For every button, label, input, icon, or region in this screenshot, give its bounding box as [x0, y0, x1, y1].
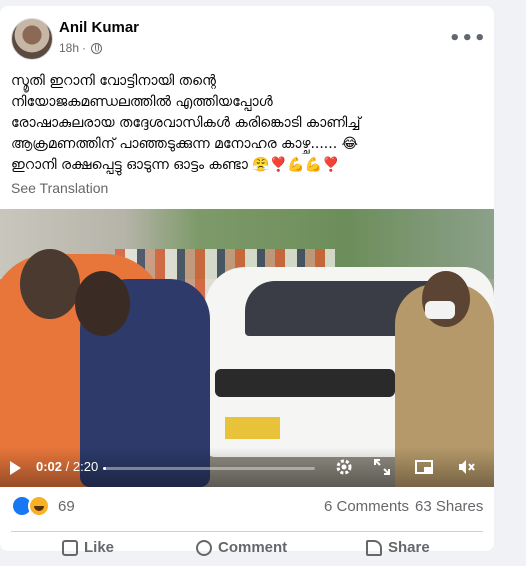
comment-button[interactable]: Comment	[196, 539, 287, 556]
post-card: Anil Kumar 18h · ••• സ്മൃതി ഇറാനി വോട്ടി…	[0, 6, 494, 556]
video-progress-fill	[103, 467, 106, 470]
fullscreen-icon[interactable]	[372, 457, 392, 477]
comment-label: Comment	[218, 539, 288, 556]
video-frame-plate	[225, 417, 280, 439]
video-progress-bar[interactable]	[103, 467, 315, 470]
video-controls: 0:02 / 2:20	[0, 447, 494, 487]
globe-icon	[91, 42, 103, 54]
post-text-line: ഇറാനി രക്ഷപ്പെട്ടു ഓടുന്ന ഓട്ടം കണ്ടാ 😤❣…	[11, 157, 340, 173]
post-meta: 18h ·	[59, 41, 103, 55]
like-button[interactable]: Like	[62, 539, 114, 556]
see-translation-link[interactable]: See Translation	[11, 180, 108, 196]
play-icon[interactable]	[10, 461, 21, 475]
picture-in-picture-icon[interactable]	[414, 457, 434, 477]
settings-gear-icon[interactable]	[334, 457, 354, 477]
volume-muted-icon[interactable]	[456, 457, 476, 477]
total-time: 2:20	[72, 459, 99, 474]
video-frame-person-head	[20, 249, 80, 319]
share-icon	[366, 539, 382, 556]
haha-reaction-icon	[28, 495, 50, 517]
video-time: 0:02 / 2:20	[36, 459, 99, 474]
author-name[interactable]: Anil Kumar	[59, 19, 139, 36]
comments-count-link[interactable]: 6 Comments	[324, 498, 409, 515]
post-text: സ്മൃതി ഇറാനി വോട്ടിനായി തന്റെ നിയോജകമണ്ഡ…	[11, 71, 481, 176]
divider	[11, 531, 483, 532]
video-frame-mask	[425, 301, 455, 319]
post-text-line: നിയോജകമണ്ഡലത്തിൽ എത്തിയപ്പോൾ	[11, 94, 273, 110]
post-text-line: രോഷാകുലരായ തദ്ദേശവാസികൾ കരിങ്കൊടി കാണിച്…	[11, 115, 361, 131]
comment-icon	[196, 539, 212, 556]
video-frame-grille	[215, 369, 395, 397]
author-avatar[interactable]	[11, 18, 53, 60]
more-options-button[interactable]: •••	[449, 28, 487, 49]
like-label: Like	[84, 539, 115, 556]
post-text-line: ആക്രമണത്തിന് പാഞ്ഞടുക്കുന്ന മനോഹര കാഴ്ച.…	[11, 136, 358, 152]
post-action-bar: Like Comment Share	[0, 536, 494, 566]
video-frame-person-head	[75, 271, 130, 336]
video-player[interactable]: 0:02 / 2:20	[0, 209, 494, 487]
reaction-count: 69	[58, 497, 75, 515]
reactions-summary[interactable]: 69	[11, 495, 75, 517]
thumbs-up-icon	[62, 539, 78, 556]
shares-count-link[interactable]: 63 Shares	[415, 498, 483, 515]
share-label: Share	[388, 539, 430, 556]
share-button[interactable]: Share	[366, 539, 430, 556]
current-time: 0:02	[36, 459, 63, 474]
post-time[interactable]: 18h	[59, 41, 79, 55]
post-text-line: സ്മൃതി ഇറാനി വോട്ടിനായി തന്റെ	[11, 73, 216, 89]
